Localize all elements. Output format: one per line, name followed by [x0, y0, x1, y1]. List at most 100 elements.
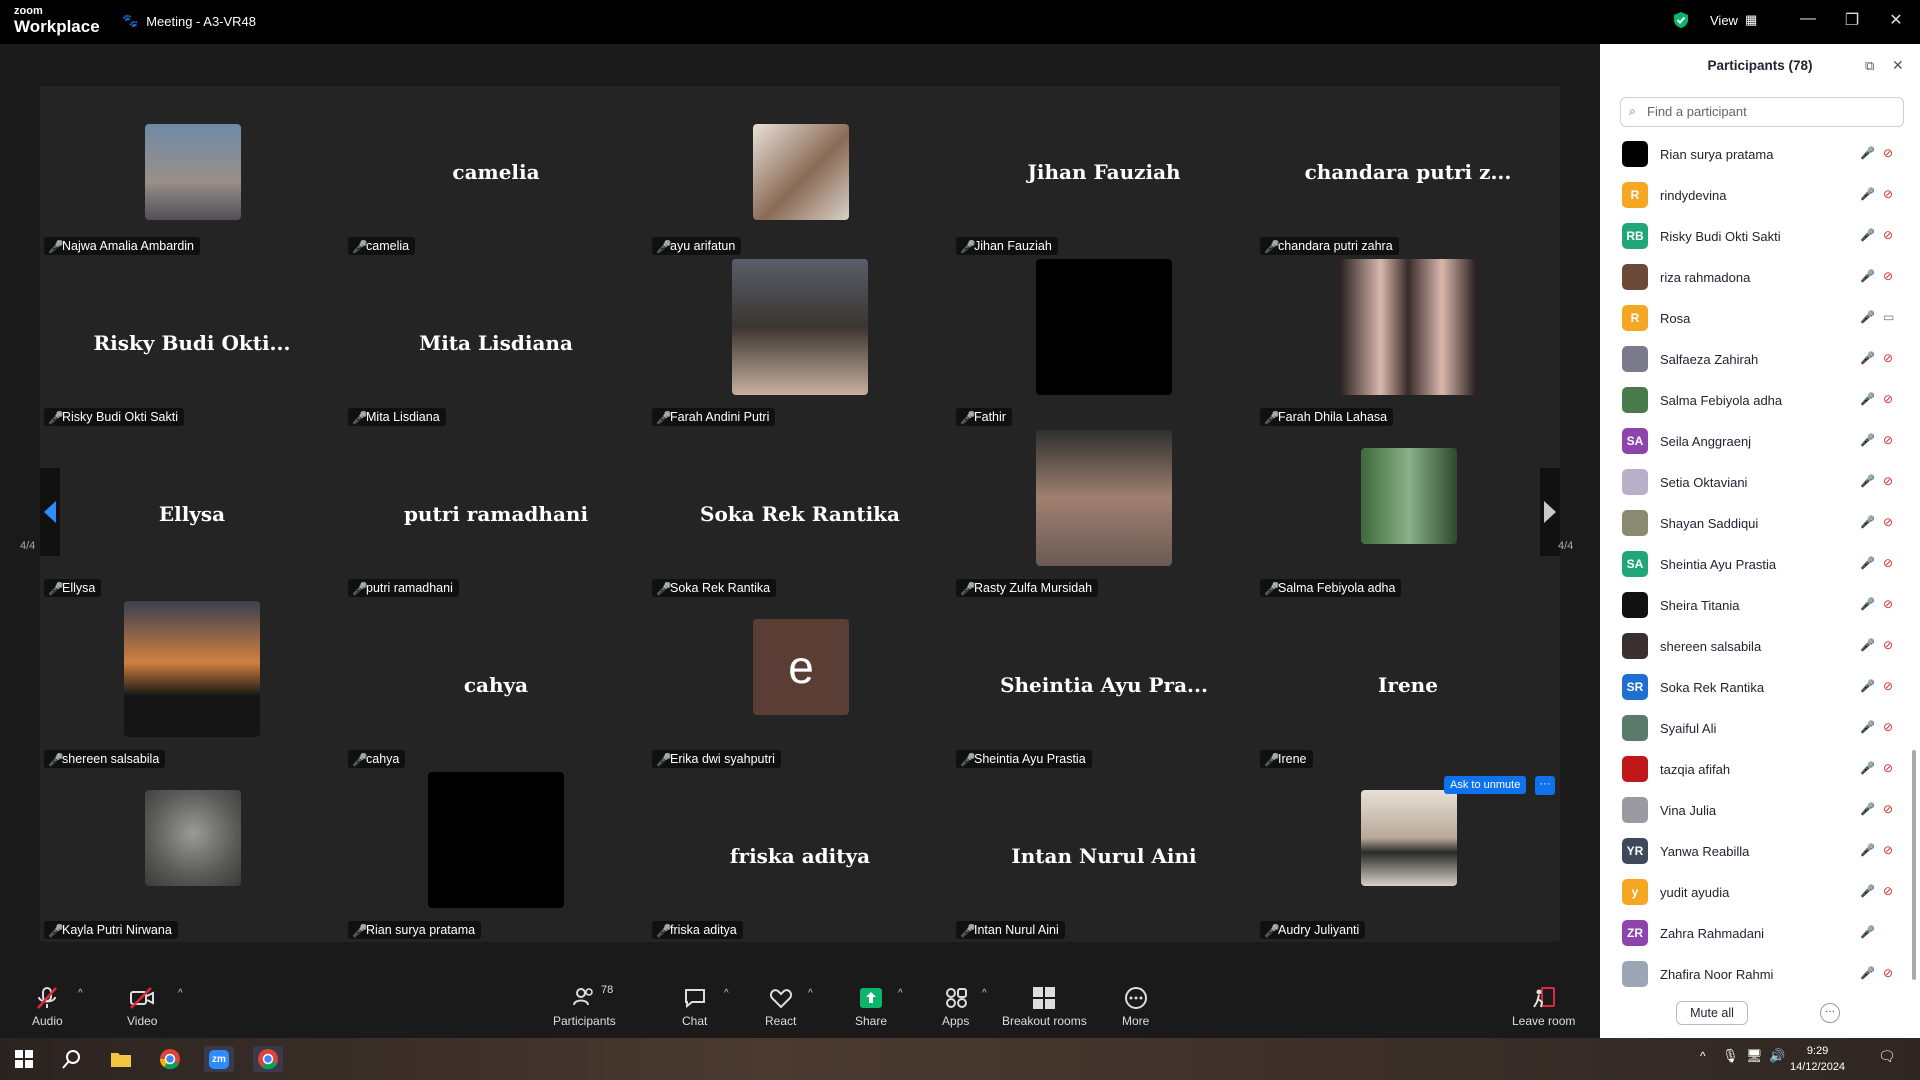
video-off-icon[interactable]: ⊘ — [1883, 351, 1893, 365]
mic-muted-icon[interactable]: 🎤 — [1860, 843, 1875, 857]
participant-row[interactable]: Vina Julia 🎤 ⊘ — [1600, 790, 1910, 831]
mic-muted-icon[interactable]: 🎤 — [1860, 310, 1875, 324]
video-off-icon[interactable]: ⊘ — [1883, 843, 1893, 857]
participant-row[interactable]: Rrindydevina 🎤 ⊘ — [1600, 175, 1910, 216]
mic-muted-icon[interactable]: 🎤 — [1860, 638, 1875, 652]
system-clock[interactable]: 9:29 14/12/2024 — [1790, 1043, 1845, 1075]
mic-muted-icon[interactable]: 🎤 — [1860, 802, 1875, 816]
video-tile[interactable]: Intan Nurul Aini 🎤 Intan Nurul Aini — [952, 770, 1256, 941]
mic-muted-icon[interactable]: 🎤 — [1860, 269, 1875, 283]
mic-muted-icon[interactable]: 🎤 — [1860, 556, 1875, 570]
video-tile[interactable]: 🎤 Fathir — [952, 257, 1256, 428]
video-tile[interactable]: Sheintia Ayu Pra... 🎤 Sheintia Ayu Prasti… — [952, 599, 1256, 770]
participant-row[interactable]: Zhafira Noor Rahmi 🎤 ⊘ — [1600, 954, 1910, 989]
react-button[interactable]: React — [765, 986, 796, 1028]
video-tile[interactable]: Soka Rek Rantika 🎤 Soka Rek Rantika — [648, 428, 952, 599]
participant-row[interactable]: SA Seila Anggraenj 🎤 ⊘ — [1600, 421, 1910, 462]
video-tile[interactable]: 🎤 Farah Dhila Lahasa — [1256, 257, 1560, 428]
video-tile[interactable]: cahya 🎤 cahya — [344, 599, 648, 770]
participant-row[interactable]: shereen salsabila 🎤 ⊘ — [1600, 626, 1910, 667]
video-tile[interactable]: 🎤 Najwa Amalia Ambardin — [40, 86, 344, 257]
participant-scrollbar[interactable] — [1912, 750, 1916, 980]
mic-muted-icon[interactable]: 🎤 — [1860, 515, 1875, 529]
windows-start-icon[interactable] — [9, 1046, 39, 1072]
video-off-icon[interactable]: ⊘ — [1883, 474, 1893, 488]
video-off-icon[interactable]: ⊘ — [1883, 556, 1893, 570]
video-tile[interactable]: 🎤 ayu arifatun — [648, 86, 952, 257]
mic-muted-icon[interactable]: 🎤 — [1860, 474, 1875, 488]
mic-muted-icon[interactable]: 🎤 — [1860, 228, 1875, 242]
video-tile[interactable]: 🎤 Salma Febiyola adha — [1256, 428, 1560, 599]
video-tile[interactable]: Risky Budi Okti... 🎤 Risky Budi Okti Sakt… — [40, 257, 344, 428]
mic-muted-icon[interactable]: 🎤 — [1860, 761, 1875, 775]
search-icon[interactable] — [57, 1046, 87, 1072]
video-off-icon[interactable]: ⊘ — [1883, 433, 1893, 447]
video-off-icon[interactable]: ⊘ — [1883, 269, 1893, 283]
notifications-icon[interactable]: 🗨 — [1878, 1048, 1896, 1065]
participant-row[interactable]: ZR Zahra Rahmadani 🎤 — [1600, 913, 1910, 954]
video-tile[interactable]: 🎤 Farah Andini Putri — [648, 257, 952, 428]
video-tile[interactable]: Ellysa 🎤 Ellysa — [40, 428, 344, 599]
close-panel-icon[interactable]: ✕ — [1892, 57, 1904, 74]
video-tile[interactable]: e 🎤 Erika dwi syahputri — [648, 599, 952, 770]
mic-muted-icon[interactable]: 🎤 — [1860, 925, 1875, 939]
meeting-title[interactable]: 🐾 Meeting - A3-VR48 — [122, 13, 256, 29]
react-caret-icon[interactable]: ^ — [808, 988, 813, 999]
participant-row[interactable]: Salfaeza Zahirah 🎤 ⊘ — [1600, 339, 1910, 380]
microphone-tray-icon[interactable]: 🎙 — [1722, 1048, 1739, 1064]
participant-row[interactable]: riza rahmadona 🎤 ⊘ — [1600, 257, 1910, 298]
participant-row[interactable]: Rian surya pratama 🎤 ⊘ — [1600, 134, 1910, 175]
video-tile[interactable]: 🎤 shereen salsabila — [40, 599, 344, 770]
video-off-icon[interactable]: ⊘ — [1883, 392, 1893, 406]
restore-icon[interactable]: ❐ — [1840, 10, 1864, 30]
breakout-rooms-button[interactable]: Breakout rooms — [1002, 986, 1087, 1028]
chat-caret-icon[interactable]: ^ — [724, 988, 729, 999]
view-button[interactable]: View ▦ — [1710, 12, 1757, 28]
popout-icon[interactable]: ⧉ — [1865, 58, 1874, 74]
participant-row[interactable]: Shayan Saddiqui 🎤 ⊘ — [1600, 503, 1910, 544]
video-off-icon[interactable]: ⊘ — [1883, 966, 1893, 980]
participant-row[interactable]: y yudit ayudia 🎤 ⊘ — [1600, 872, 1910, 913]
participant-row[interactable]: R Rosa 🎤 ▭ — [1600, 298, 1910, 339]
audio-button[interactable]: Audio — [32, 986, 63, 1028]
video-off-icon[interactable]: ⊘ — [1883, 228, 1893, 242]
video-tile[interactable]: Irene 🎤 Irene — [1256, 599, 1560, 770]
apps-caret-icon[interactable]: ^ — [982, 988, 987, 999]
video-tile[interactable]: friska aditya 🎤 friska aditya — [648, 770, 952, 941]
video-tile[interactable]: 🎤 Audry Juliyanti — [1256, 770, 1560, 941]
chrome-icon[interactable] — [155, 1046, 185, 1072]
more-button[interactable]: More — [1122, 986, 1149, 1028]
apps-button[interactable]: Apps — [942, 986, 969, 1028]
zoom-app-icon[interactable]: zm — [204, 1046, 234, 1072]
video-off-icon[interactable]: ⊘ — [1883, 638, 1893, 652]
participant-row[interactable]: Setia Oktaviani 🎤 ⊘ — [1600, 462, 1910, 503]
mic-muted-icon[interactable]: 🎤 — [1860, 679, 1875, 693]
video-off-icon[interactable]: ⊘ — [1883, 679, 1893, 693]
video-off-icon[interactable]: ⊘ — [1883, 146, 1893, 160]
video-off-icon[interactable]: ⊘ — [1883, 802, 1893, 816]
video-button[interactable]: Video — [127, 986, 157, 1028]
chat-button[interactable]: Chat — [682, 986, 707, 1028]
tray-chevron-icon[interactable]: ^ — [1700, 1049, 1706, 1063]
file-explorer-icon[interactable] — [106, 1046, 136, 1072]
video-tile[interactable]: 🎤 Kayla Putri Nirwana — [40, 770, 344, 941]
participant-row[interactable]: SA Sheintia Ayu Prastia 🎤 ⊘ — [1600, 544, 1910, 585]
participant-row[interactable]: SR Soka Rek Rantika 🎤 ⊘ — [1600, 667, 1910, 708]
participant-row[interactable]: YR Yanwa Reabilla 🎤 ⊘ — [1600, 831, 1910, 872]
share-caret-icon[interactable]: ^ — [898, 988, 903, 999]
participant-row[interactable]: Salma Febiyola adha 🎤 ⊘ — [1600, 380, 1910, 421]
participant-row[interactable]: tazqia afifah 🎤 ⊘ — [1600, 749, 1910, 790]
video-off-icon[interactable]: ⊘ — [1883, 720, 1893, 734]
participant-row[interactable]: Syaiful Ali 🎤 ⊘ — [1600, 708, 1910, 749]
chrome-active-icon[interactable] — [253, 1046, 283, 1072]
video-off-icon[interactable]: ⊘ — [1883, 761, 1893, 775]
video-tile[interactable]: putri ramadhani 🎤 putri ramadhani — [344, 428, 648, 599]
tile-more-button[interactable]: ··· — [1535, 776, 1555, 795]
network-icon[interactable]: 🖥 — [1746, 1048, 1763, 1064]
video-off-icon[interactable]: ⊘ — [1883, 187, 1893, 201]
panel-more-button[interactable]: ··· — [1820, 1003, 1840, 1023]
leave-room-button[interactable]: Leave room — [1512, 986, 1575, 1028]
video-tile[interactable]: 🎤 Rian surya pratama — [344, 770, 648, 941]
video-tile[interactable]: Jihan Fauziah 🎤 Jihan Fauziah — [952, 86, 1256, 257]
mic-muted-icon[interactable]: 🎤 — [1860, 720, 1875, 734]
